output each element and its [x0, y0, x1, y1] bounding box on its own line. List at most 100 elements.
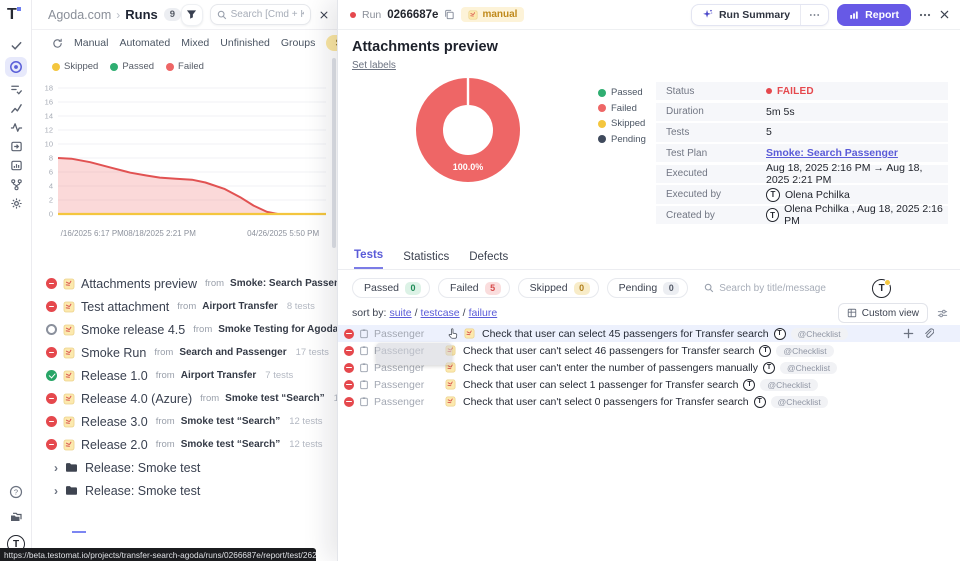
- run-plan-name: Smoke test “Search”: [181, 439, 281, 450]
- runs-icon[interactable]: [5, 57, 27, 77]
- projects-icon[interactable]: [5, 510, 27, 524]
- sort-link-suite[interactable]: suite: [389, 307, 411, 319]
- run-title: Test attachment: [81, 300, 169, 314]
- clipboard-icon: [359, 328, 369, 339]
- runs-search[interactable]: [210, 4, 311, 25]
- breadcrumb-project[interactable]: Agoda.com: [48, 8, 111, 22]
- legend-item[interactable]: Failed: [166, 61, 204, 72]
- legend-item[interactable]: Passed: [110, 61, 154, 72]
- donut-legend-item[interactable]: Skipped: [598, 118, 646, 129]
- run-list-item[interactable]: Test attachment from Airport Transfer 8 …: [32, 295, 337, 318]
- chip-failed[interactable]: Failed5: [438, 278, 510, 298]
- run-list-item[interactable]: Smoke Run from Search and Passenger 17 t…: [32, 341, 337, 364]
- run-list-item[interactable]: Attachments preview from Smoke: Search P…: [32, 272, 337, 295]
- tab-defects[interactable]: Defects: [469, 251, 508, 269]
- report-button[interactable]: Report: [837, 4, 911, 26]
- folder-row[interactable]: › Release: Smoke test: [32, 479, 337, 502]
- status-chips: Passed0 Failed5 Skipped0 Pending0: [352, 278, 688, 298]
- ready-check-icon[interactable]: [5, 38, 27, 52]
- info-value[interactable]: Smoke: Search Passenger: [766, 147, 898, 159]
- legend-dot: [598, 104, 606, 112]
- tests-search[interactable]: [704, 283, 864, 294]
- run-summary-button[interactable]: Run Summary: [692, 5, 800, 25]
- tab-tests[interactable]: Tests: [354, 249, 383, 269]
- test-row[interactable]: Passenger Check that user can't select 4…: [338, 342, 960, 359]
- run-title: Release 4.0 (Azure): [81, 392, 192, 406]
- trend-legend: Skipped Passed Failed: [32, 59, 337, 74]
- test-tag[interactable]: @Checklist: [760, 379, 817, 391]
- clipboard-icon: [359, 362, 369, 373]
- branch-icon[interactable]: [5, 177, 27, 191]
- run-list-item[interactable]: Release 2.0 from Smoke test “Search” 12 …: [32, 433, 337, 456]
- donut-legend-item[interactable]: Passed: [598, 87, 646, 98]
- test-row[interactable]: Passenger Check that user can't select 0…: [338, 393, 960, 410]
- run-info-table: StatusFAILEDDuration5m 5sTests5Test Plan…: [656, 82, 948, 224]
- close-icon[interactable]: [319, 10, 329, 20]
- filter-tab[interactable]: Automated: [119, 37, 170, 49]
- svg-text:100.0%: 100.0%: [453, 162, 484, 172]
- legend-label: Passed: [122, 61, 154, 72]
- analytics-icon[interactable]: [5, 101, 27, 115]
- import-icon[interactable]: [5, 139, 27, 153]
- test-tag[interactable]: @Checklist: [776, 345, 833, 357]
- donut-legend-item[interactable]: Failed: [598, 103, 646, 114]
- donut-legend-item[interactable]: Pending: [598, 134, 646, 145]
- help-icon[interactable]: ?: [5, 485, 27, 499]
- filter-tab[interactable]: Unfinished: [220, 37, 270, 49]
- more-options-icon[interactable]: [919, 13, 931, 17]
- sort-link-failure[interactable]: failure: [469, 307, 498, 319]
- test-row[interactable]: Passenger Check that user can select 1 p…: [338, 376, 960, 393]
- run-list-item[interactable]: Release 1.0 from Airport Transfer 7 test…: [32, 364, 337, 387]
- tests-search-input[interactable]: [719, 283, 864, 294]
- copy-icon[interactable]: [444, 9, 455, 20]
- pagination-indicator[interactable]: [72, 531, 86, 533]
- sliders-icon[interactable]: [937, 308, 948, 319]
- test-note-icon: [63, 347, 75, 359]
- assignee-avatar[interactable]: T: [872, 279, 891, 298]
- test-assignee-avatar: T: [759, 345, 771, 357]
- legend-dot: [598, 89, 606, 97]
- breadcrumb-page[interactable]: Runs: [125, 7, 158, 22]
- legend-item[interactable]: Skipped: [52, 61, 98, 72]
- run-list-item[interactable]: Smoke release 4.5 from Smoke Testing for…: [32, 318, 337, 341]
- chevron-right-icon[interactable]: ›: [54, 484, 58, 498]
- test-tag[interactable]: @Checklist: [771, 396, 828, 408]
- filter-tab[interactable]: Manual: [74, 37, 108, 49]
- test-row[interactable]: Passenger Check that user can't enter th…: [338, 359, 960, 376]
- close-panel-icon[interactable]: [939, 9, 950, 20]
- svg-text:/16/2025 6:17 PM: /16/2025 6:17 PM: [61, 229, 124, 238]
- run-plan-name: Smoke test “Search”: [181, 416, 281, 427]
- test-tag[interactable]: @Checklist: [780, 362, 837, 374]
- pulse-icon[interactable]: [5, 120, 27, 134]
- test-failed-icon: [344, 329, 354, 339]
- folder-row[interactable]: › Release: Smoke test: [32, 456, 337, 479]
- paperclip-icon[interactable]: [923, 328, 934, 339]
- run-list-item[interactable]: Release 3.0 from Smoke test “Search” 12 …: [32, 410, 337, 433]
- chip-passed[interactable]: Passed0: [352, 278, 430, 298]
- runs-search-input[interactable]: [231, 9, 304, 20]
- run-plan-name: Smoke Testing for Agoda Functionality: [218, 324, 337, 335]
- sort-link-testcase[interactable]: testcase: [421, 307, 460, 319]
- test-row[interactable]: Passenger Check that user can select 45 …: [338, 325, 960, 342]
- filter-tab[interactable]: Severity: [326, 35, 337, 51]
- test-plans-icon[interactable]: [5, 82, 27, 96]
- reports-icon[interactable]: [5, 158, 27, 172]
- user-avatar: T: [766, 208, 779, 222]
- run-list-item[interactable]: Release 4.0 (Azure) from Smoke test “Sea…: [32, 387, 337, 410]
- set-labels-link[interactable]: Set labels: [352, 60, 396, 71]
- chevron-right-icon[interactable]: ›: [54, 461, 58, 475]
- chip-pending[interactable]: Pending0: [607, 278, 689, 298]
- add-icon[interactable]: [903, 328, 914, 339]
- chip-skipped[interactable]: Skipped0: [518, 278, 599, 298]
- tab-statistics[interactable]: Statistics: [403, 251, 449, 269]
- filter-button[interactable]: [181, 4, 203, 26]
- testomat-logo-icon[interactable]: T: [7, 6, 17, 24]
- filter-tab[interactable]: Groups: [281, 37, 315, 49]
- test-tag[interactable]: @Checklist: [791, 328, 848, 340]
- rerun-icon[interactable]: [52, 38, 63, 49]
- settings-gear-icon[interactable]: [5, 196, 27, 210]
- filter-tab[interactable]: Mixed: [181, 37, 209, 49]
- custom-view-button[interactable]: Custom view: [838, 303, 928, 323]
- summary-more-icon[interactable]: [801, 5, 828, 25]
- left-scrollbar[interactable]: [332, 58, 336, 248]
